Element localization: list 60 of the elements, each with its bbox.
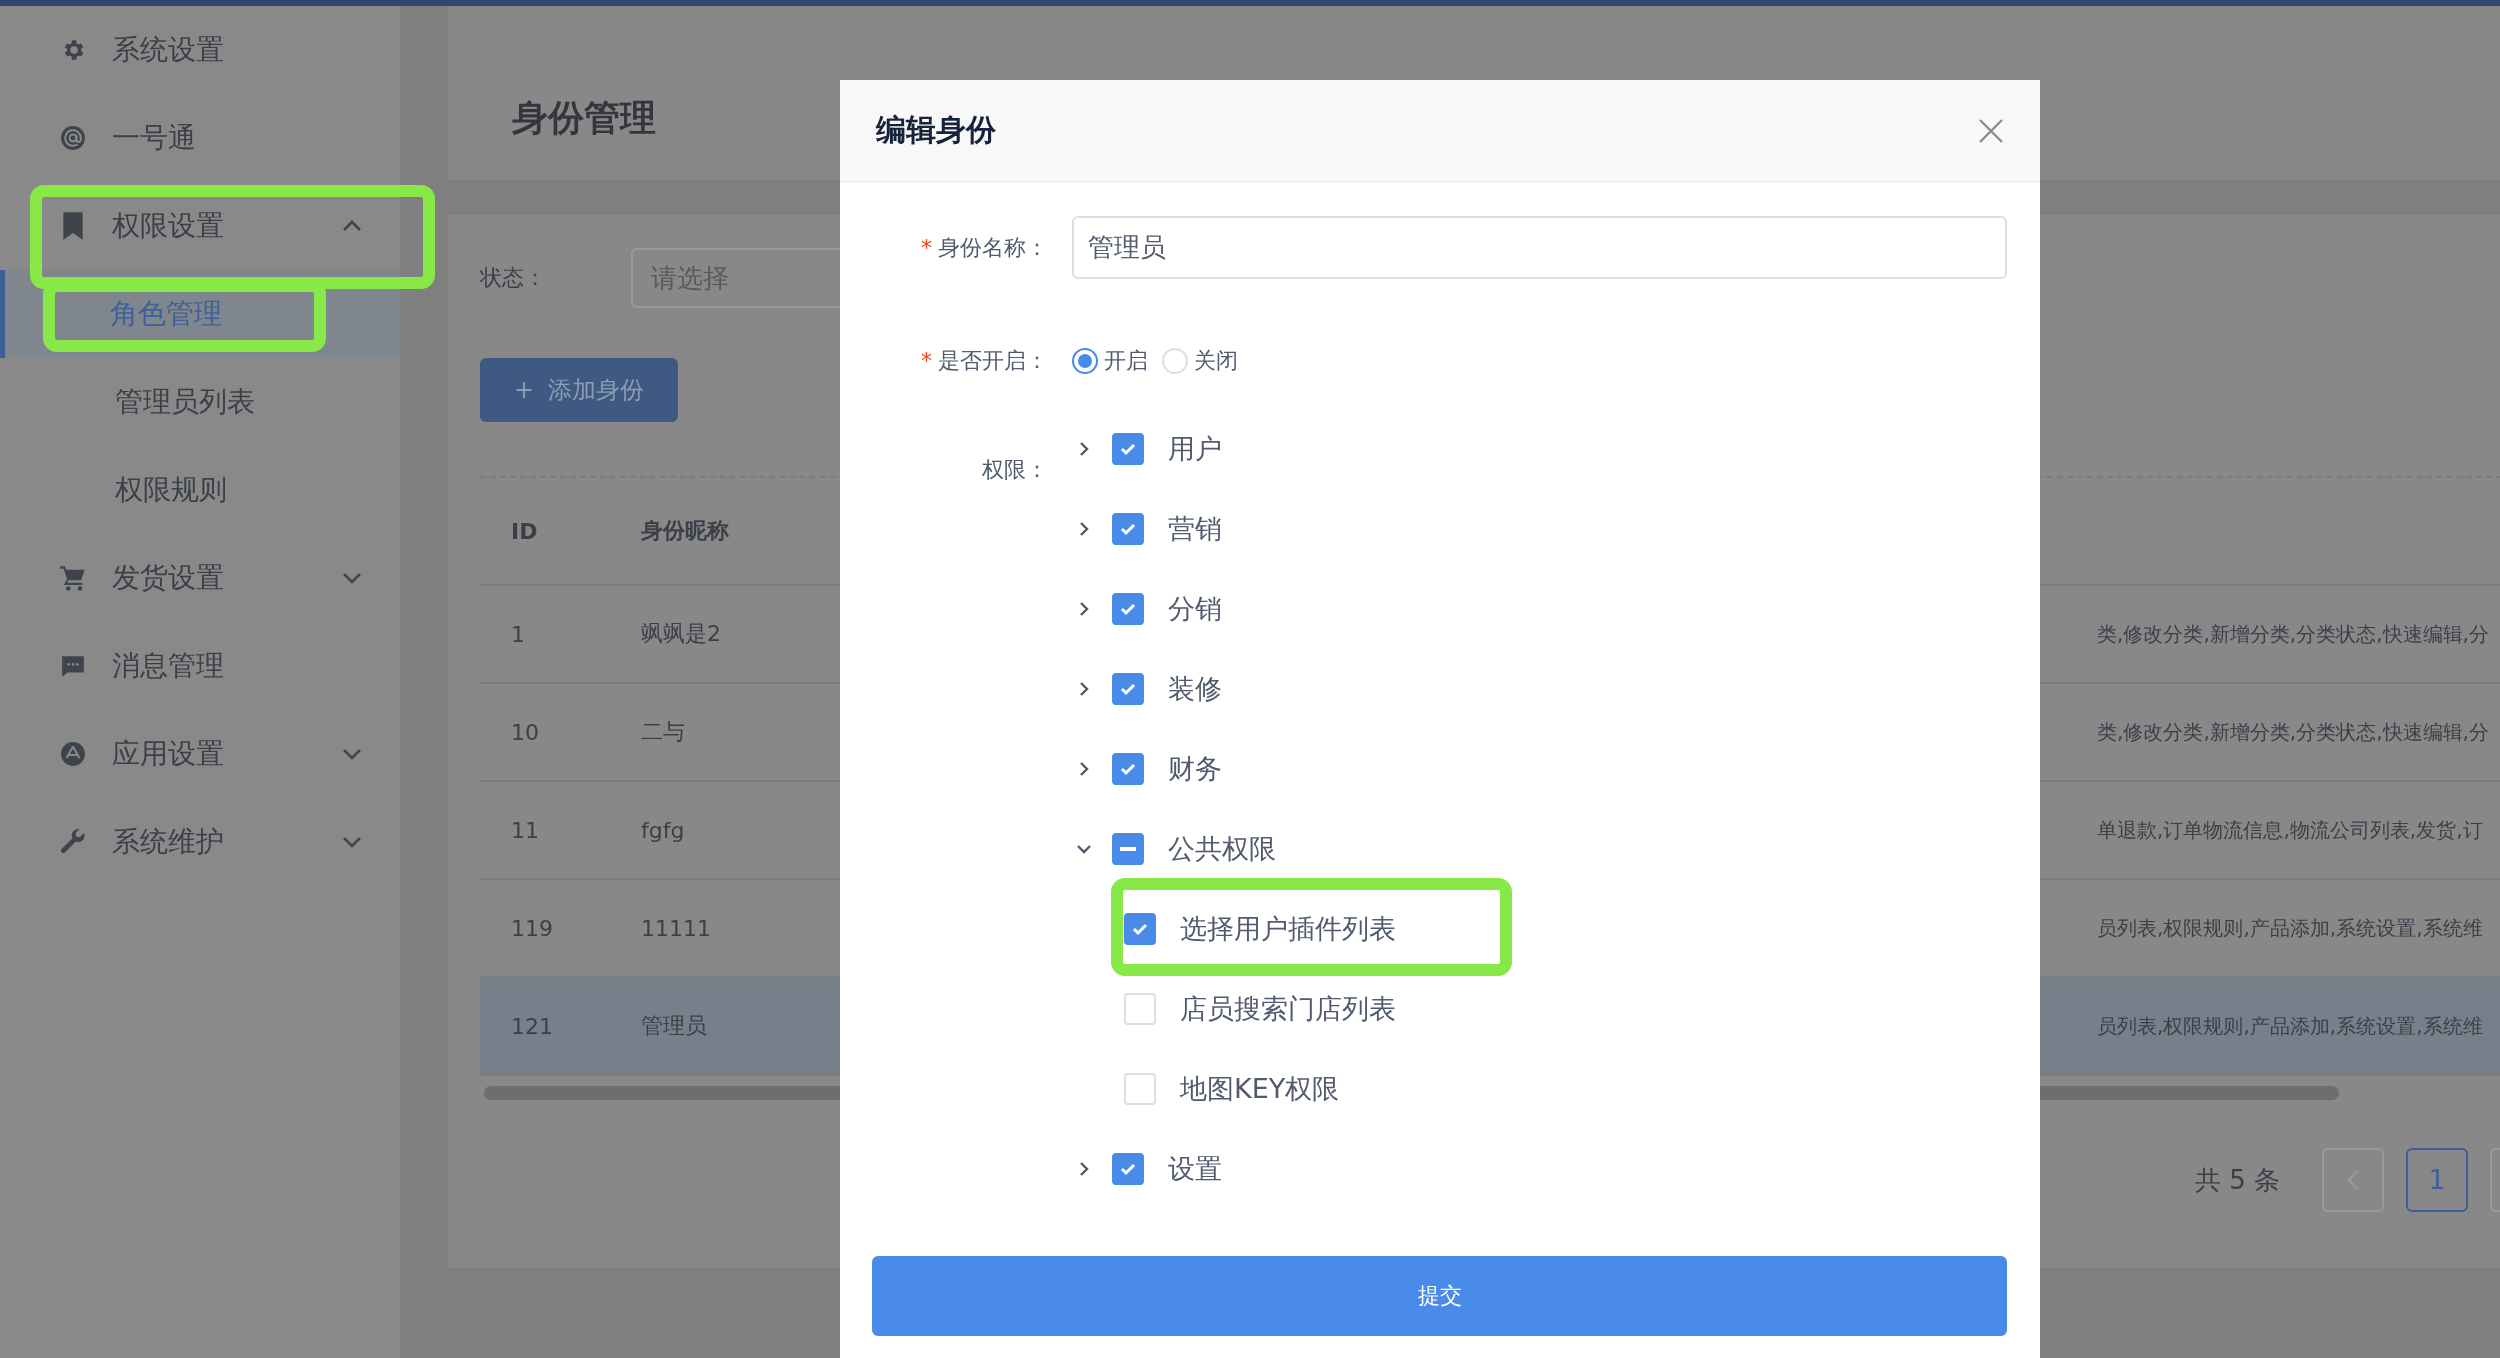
name-input[interactable]: 管理员	[1072, 216, 2007, 279]
cart-icon	[59, 564, 87, 592]
field-label: 权限：	[981, 456, 1048, 484]
table-cell-text: 员列表,权限规则,产品添加,系统设置,系统维	[2097, 1012, 2484, 1040]
tree-label[interactable]: 用户	[1168, 431, 1222, 467]
tree-label[interactable]: 装修	[1168, 671, 1222, 707]
table-cell-text: 119	[510, 915, 553, 941]
checkbox[interactable]	[1112, 833, 1144, 865]
at-sign-icon	[60, 125, 86, 151]
tree-label[interactable]: 设置	[1168, 1151, 1222, 1187]
table-cell-text: 单退款,订单物流信息,物流公司列表,发货,订	[2097, 816, 2484, 844]
total-count: 共 5 条	[2195, 1163, 2281, 1197]
table-cell-text: 11111	[640, 915, 711, 941]
menu-label: 一号通	[112, 120, 196, 156]
tree-label[interactable]: 选择用户插件列表	[1180, 911, 1396, 947]
column-header: 身份昵称	[640, 517, 729, 545]
close-icon[interactable]	[1978, 117, 2004, 144]
wrench-icon	[59, 828, 87, 856]
menu-label: 系统设置	[112, 32, 224, 68]
table-cell-text: 类,修改分类,新增分类,分类状态,快速编辑,分	[2097, 620, 2490, 648]
checkbox[interactable]	[1124, 913, 1156, 945]
checkbox[interactable]	[1112, 1153, 1144, 1185]
radio-label[interactable]: 开启	[1104, 346, 1148, 376]
tree-label[interactable]: 营销	[1168, 511, 1222, 547]
checkbox[interactable]	[1112, 753, 1144, 785]
app-store-icon	[60, 741, 86, 767]
dialog-title: 编辑身份	[876, 111, 996, 149]
menu-label: 系统维护	[112, 824, 224, 860]
page-title: 身份管理	[512, 96, 656, 140]
table-cell-text: 1	[510, 621, 525, 647]
table-cell-text: 10	[510, 719, 539, 745]
menu-label: 发货设置	[112, 560, 224, 596]
checkbox[interactable]	[1112, 593, 1144, 625]
column-header: ID	[510, 518, 538, 544]
table-cell-text: 管理员	[640, 1012, 707, 1040]
menu-label: 应用设置	[112, 736, 224, 772]
table-cell-text: 11	[510, 817, 539, 843]
checkbox[interactable]	[1112, 433, 1144, 465]
checkbox[interactable]	[1112, 513, 1144, 545]
table-cell-text: 二与	[640, 718, 685, 746]
table-cell-text: 类,修改分类,新增分类,分类状态,快速编辑,分	[2097, 718, 2490, 746]
checkbox[interactable]	[1112, 673, 1144, 705]
filter-label: 状态：	[480, 264, 547, 292]
tree-label[interactable]: 分销	[1168, 591, 1222, 627]
tree-label[interactable]: 地图KEY权限	[1180, 1071, 1340, 1107]
table-cell-text: 飒飒是2	[640, 620, 721, 648]
radio-button[interactable]	[1072, 348, 1098, 374]
menu-label: 权限设置	[112, 208, 224, 244]
tree-label[interactable]: 财务	[1168, 751, 1222, 787]
table-cell-text: fgfg	[640, 817, 685, 843]
radio-label[interactable]: 关闭	[1194, 346, 1238, 376]
tree-label[interactable]: 店员搜索门店列表	[1180, 991, 1396, 1027]
table-cell-text: 121	[510, 1013, 553, 1039]
field-label: * 身份名称：	[920, 233, 1048, 262]
table-cell-text: 员列表,权限规则,产品添加,系统设置,系统维	[2097, 914, 2484, 942]
menu-label: 消息管理	[112, 648, 224, 684]
field-label: * 是否开启：	[920, 347, 1048, 375]
bookmark-icon	[62, 212, 84, 240]
tree-label[interactable]: 公共权限	[1168, 831, 1276, 867]
chat-icon	[60, 653, 86, 679]
